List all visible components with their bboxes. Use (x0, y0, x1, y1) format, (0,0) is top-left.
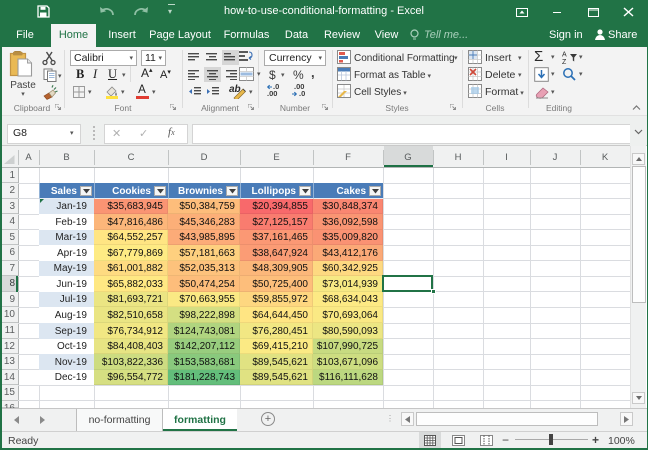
svg-text:A: A (562, 52, 567, 59)
svg-text:Z: Z (562, 59, 567, 64)
